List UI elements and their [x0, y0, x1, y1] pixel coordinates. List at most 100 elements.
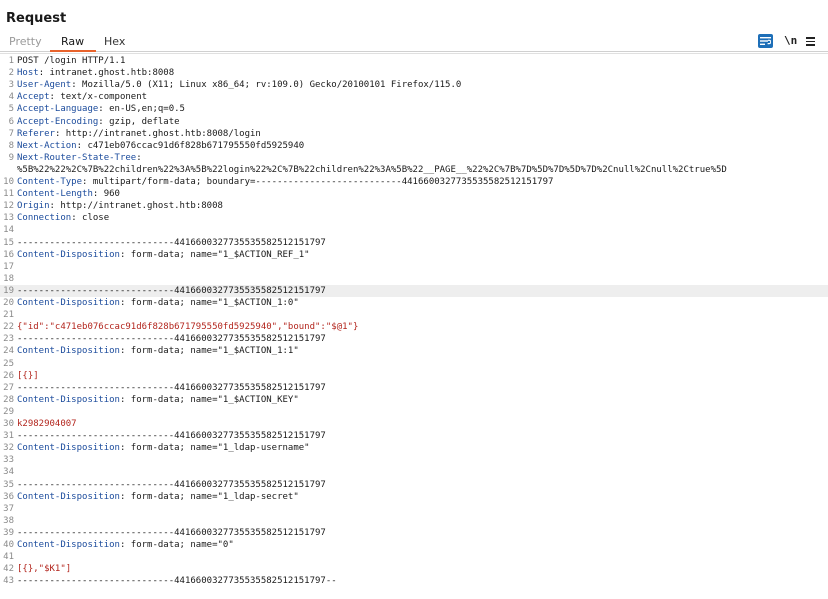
tab-pretty[interactable]: Pretty	[9, 35, 42, 52]
header-value: : multipart/form-data; boundary=--------…	[82, 177, 554, 187]
line-number: 11	[3, 189, 14, 200]
body-text: [{}]	[17, 370, 39, 381]
editor-line[interactable]: 38	[0, 515, 828, 527]
editor-line[interactable]: 5 Accept-Language: en-US,en;q=0.5	[0, 103, 828, 115]
editor-line[interactable]: 33	[0, 454, 828, 466]
line-content: Content-Length: 960	[17, 188, 120, 200]
line-content: -----------------------------44166003277…	[17, 382, 326, 394]
tab-hex[interactable]: Hex	[104, 35, 125, 52]
body-text: %5B%22%22%2C%7B%22children%22%3A%5B%22lo…	[17, 164, 727, 175]
line-content: Origin: http://intranet.ghost.htb:8008	[17, 200, 223, 212]
line-content: %5B%22%22%2C%7B%22children%22%3A%5B%22lo…	[17, 164, 727, 176]
editor-line[interactable]: 10 Content-Type: multipart/form-data; bou…	[0, 176, 828, 188]
line-number: 29	[3, 406, 14, 417]
line-number: 32	[3, 443, 14, 454]
editor-line[interactable]: 13 Connection: close	[0, 212, 828, 224]
editor-line[interactable]: 15 -----------------------------441660032…	[0, 237, 828, 249]
line-number: 30	[3, 419, 14, 429]
editor-line[interactable]: 9 Next-Router-State-Tree:	[0, 152, 828, 164]
editor-line[interactable]: 25	[0, 358, 828, 370]
header-value: : http://intranet.ghost.htb:8008	[49, 201, 223, 212]
editor-line[interactable]: 22 {"id":"c471eb076ccac91d6f828b671795550…	[0, 321, 828, 333]
editor-line[interactable]: 32 Content-Disposition: form-data; name="…	[0, 442, 828, 454]
editor-line[interactable]: 7 Referer: http://intranet.ghost.htb:8008…	[0, 128, 828, 140]
header-name: Host	[17, 68, 39, 79]
header-name: Connection	[17, 213, 72, 224]
line-number: 24	[3, 346, 14, 357]
editor-line[interactable]: 42 [{},"$K1"]	[0, 563, 828, 575]
line-number: 2	[8, 68, 14, 79]
panel-title: Request	[6, 11, 67, 26]
editor-line[interactable]: 30 k2982904007	[0, 418, 828, 430]
show-newlines-button[interactable]: \n	[784, 34, 797, 48]
editor-line[interactable]: 40 Content-Disposition: form-data; name="…	[0, 539, 828, 551]
tab-raw[interactable]: Raw	[50, 35, 96, 52]
line-number: 13	[3, 213, 14, 224]
editor-line[interactable]: 11 Content-Length: 960	[0, 188, 828, 200]
editor-line[interactable]: 17	[0, 261, 828, 273]
header-name: Referer	[17, 128, 55, 139]
line-content: Connection: close	[17, 212, 109, 224]
editor-line[interactable]: 31 -----------------------------441660032…	[0, 430, 828, 442]
editor-line[interactable]: 21	[0, 309, 828, 321]
editor-line[interactable]: 27 -----------------------------441660032…	[0, 382, 828, 394]
line-number: 19	[3, 285, 14, 296]
line-content: Accept-Language: en-US,en;q=0.5	[17, 103, 185, 115]
line-number: 41	[3, 552, 14, 563]
editor-line[interactable]: 20 Content-Disposition: form-data; name="…	[0, 297, 828, 309]
editor-line[interactable]: 34	[0, 466, 828, 478]
header-name: Content-Disposition	[17, 491, 120, 502]
line-content: Accept-Encoding: gzip, deflate	[17, 116, 180, 128]
editor-line[interactable]: 26[{}]	[0, 370, 828, 382]
line-number: 28	[3, 394, 14, 405]
editor-line[interactable]: 35 -----------------------------441660032…	[0, 479, 828, 491]
line-content: [{},"$K1"]	[17, 563, 71, 575]
editor-line[interactable]: 16 Content-Disposition: form-data; name="…	[0, 249, 828, 261]
line-number: 18	[3, 273, 14, 284]
line-content: Content-Disposition: form-data; name="1_…	[17, 297, 299, 309]
header-name: Content-Disposition	[17, 443, 120, 454]
editor-line[interactable]: %5B%22%22%2C%7B%22children%22%3A%5B%22lo…	[0, 164, 828, 176]
editor-line[interactable]: 1 POST /login HTTP/1.1	[0, 55, 828, 67]
line-number: 33	[3, 455, 14, 466]
editor-line[interactable]: 3 User-Agent: Mozilla/5.0 (X11; Linux x86…	[0, 79, 828, 91]
line-number: 26	[3, 370, 14, 381]
body-text: -----------------------------44166003277…	[17, 285, 326, 296]
editor-line[interactable]: 23 -----------------------------441660032…	[0, 333, 828, 345]
line-content: [{}]	[17, 370, 39, 382]
view-tabs: Pretty Raw Hex	[0, 32, 828, 52]
header-value: : c471eb076ccac91d6f828b671795550fd59259…	[76, 140, 305, 151]
hamburger-menu-icon[interactable]	[806, 34, 816, 48]
editor-line[interactable]: 14	[0, 224, 828, 236]
editor-line[interactable]: 29	[0, 406, 828, 418]
header-value: : form-data; name="1_ldap-username"	[119, 443, 310, 454]
header-name: Accept-Encoding	[17, 116, 99, 127]
editor-line[interactable]: 18	[0, 273, 828, 285]
editor-line[interactable]: 39 -----------------------------441660032…	[0, 527, 828, 539]
line-number: 12	[3, 201, 14, 212]
header-name: Content-Type	[17, 177, 83, 187]
editor-line[interactable]: 4 Accept: text/x-component	[0, 91, 828, 103]
header-name: Accept	[17, 92, 50, 103]
editor-line[interactable]: 41	[0, 551, 828, 563]
editor-line[interactable]: 28 Content-Disposition: form-data; name="…	[0, 394, 828, 406]
editor-line[interactable]: 24 Content-Disposition: form-data; name="…	[0, 345, 828, 357]
line-content: -----------------------------44166003277…	[17, 575, 337, 587]
editor-line[interactable]: 2 Host: intranet.ghost.htb:8008	[0, 67, 828, 79]
header-value: : text/x-component	[49, 92, 148, 103]
body-text: -----------------------------44166003277…	[17, 527, 326, 538]
raw-request-editor[interactable]: 1 POST /login HTTP/1.1 2 Host: intranet.gho…	[0, 53, 828, 599]
editor-line[interactable]: 19 -----------------------------441660032…	[0, 284, 828, 297]
editor-line[interactable]: 8 Next-Action: c471eb076ccac91d6f828b6717…	[0, 140, 828, 152]
editor-line[interactable]: 6 Accept-Encoding: gzip, deflate	[0, 116, 828, 128]
editor-line[interactable]: 37	[0, 503, 828, 515]
editor-line[interactable]: 12 Origin: http://intranet.ghost.htb:8008	[0, 200, 828, 212]
editor-line[interactable]: 43 -----------------------------441660032…	[0, 575, 828, 587]
word-wrap-icon[interactable]	[758, 34, 773, 48]
editor-line[interactable]: 36 Content-Disposition: form-data; name="…	[0, 491, 828, 503]
line-content: {"id":"c471eb076ccac91d6f828b671795550fd…	[17, 321, 358, 333]
line-number: 4	[8, 92, 14, 103]
line-number: 25	[3, 358, 14, 369]
header-value: : close	[71, 213, 110, 224]
line-content: POST /login HTTP/1.1	[17, 55, 125, 67]
